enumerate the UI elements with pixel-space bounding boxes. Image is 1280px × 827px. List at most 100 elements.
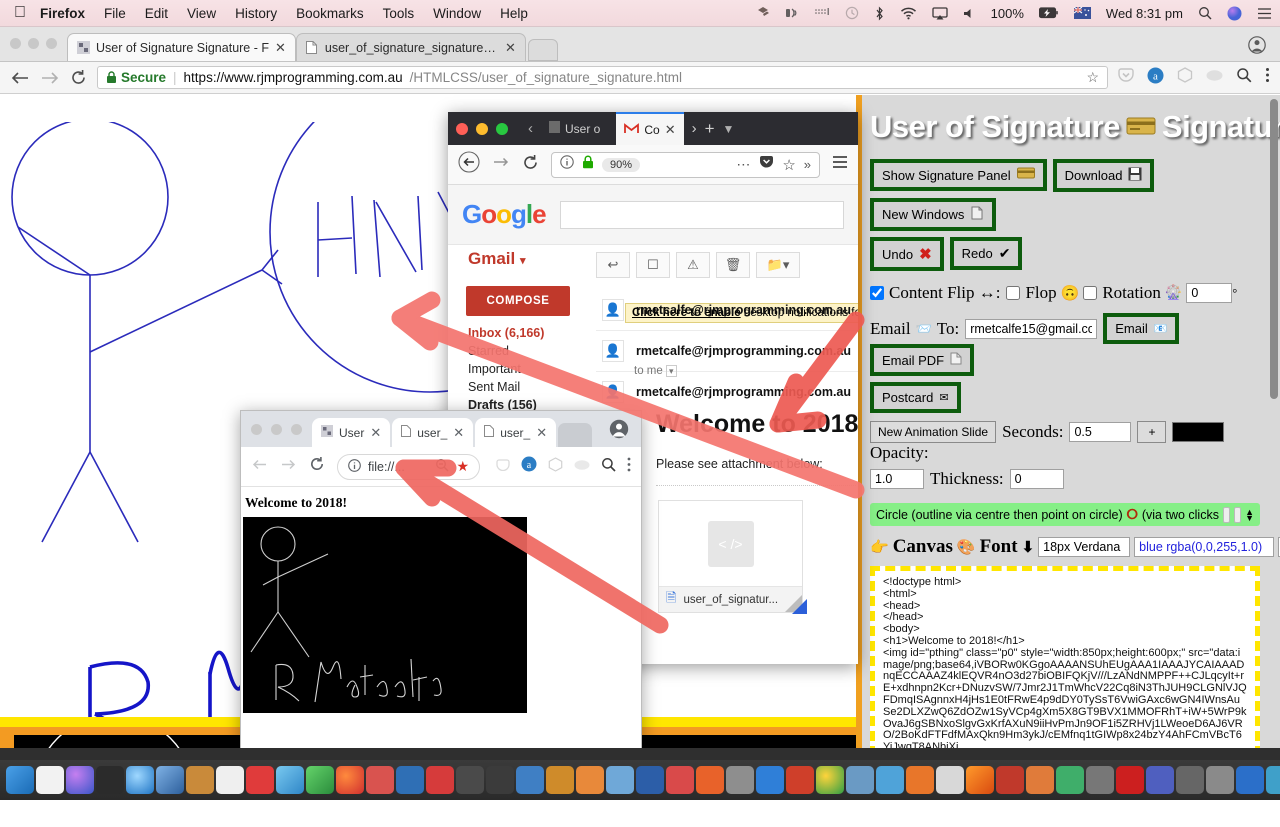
volume-icon[interactable] <box>963 7 976 20</box>
timemachine-icon[interactable] <box>845 6 859 20</box>
search-icon[interactable] <box>601 457 616 477</box>
amazon-assistant-icon[interactable]: a <box>1147 67 1164 89</box>
show-signature-panel-button[interactable]: Show Signature Panel <box>870 159 1047 191</box>
new-tab-button[interactable] <box>527 39 558 61</box>
dock-icon-textedit[interactable] <box>36 766 64 794</box>
star-icon[interactable]: ☆ <box>1086 69 1099 86</box>
close-window-button[interactable] <box>456 122 468 135</box>
color-value-input[interactable] <box>1134 537 1275 557</box>
dock-icon-filezilla[interactable] <box>786 766 814 794</box>
download-button[interactable]: Download <box>1052 159 1155 192</box>
close-tab-icon[interactable]: ✕ <box>370 425 381 441</box>
wifi-icon[interactable] <box>900 7 917 20</box>
menu-item-window[interactable]: Window <box>433 6 481 21</box>
reload-icon[interactable] <box>70 69 87 86</box>
dock-icon-opera[interactable] <box>846 766 874 794</box>
delete-icon[interactable]: 🗑 <box>716 252 750 278</box>
window-traffic-lights[interactable] <box>247 411 312 447</box>
amazon-assistant-icon[interactable]: a <box>521 456 537 477</box>
list-all-tabs-icon[interactable]: ▼ <box>723 122 735 136</box>
sidebar-item-important[interactable]: Important <box>468 360 588 378</box>
message-recipient[interactable]: to me ▾ <box>634 365 677 377</box>
table-row[interactable]: 👤 rmetcalfe@rjmprogramming.com.au <box>596 290 858 331</box>
search-icon[interactable] <box>1236 67 1252 88</box>
window-traffic-lights[interactable] <box>8 26 67 61</box>
dock-icon-screenshot[interactable] <box>606 766 634 794</box>
dock-icon-vscode[interactable] <box>1236 766 1264 794</box>
dock-icon-contacts[interactable] <box>186 766 214 794</box>
dock-icon-help[interactable] <box>1086 766 1114 794</box>
chevron-down-icon[interactable]: ▾ <box>520 255 526 267</box>
dock-icon-green-app[interactable] <box>1056 766 1084 794</box>
spam-icon[interactable]: ⚠ <box>676 252 710 278</box>
zoom-window-button[interactable] <box>291 423 302 435</box>
dock-icon-pages[interactable] <box>636 766 664 794</box>
macos-dock[interactable] <box>0 760 1280 800</box>
forward-icon[interactable] <box>40 70 60 86</box>
firefox-tab-0[interactable]: User of Signature Signature - F ✕ <box>67 33 296 61</box>
close-tab-icon[interactable]: ✕ <box>453 425 464 441</box>
sidebar-item-starred[interactable]: Starred <box>468 342 588 360</box>
forward-icon[interactable] <box>492 154 510 175</box>
new-animation-slide-button[interactable]: New Animation Slide <box>870 421 997 443</box>
content-flip-checkbox[interactable] <box>870 286 884 300</box>
double-chevron-icon[interactable]: » <box>804 157 811 172</box>
new-tab-button[interactable]: + <box>705 119 715 139</box>
pocket-icon[interactable] <box>759 155 774 174</box>
thickness-input[interactable] <box>1009 469 1064 489</box>
dock-icon-itunes[interactable] <box>666 766 694 794</box>
menu-item-file[interactable]: File <box>104 6 126 21</box>
dock-icon-system-preferences[interactable] <box>396 766 424 794</box>
minimize-window-button[interactable] <box>476 122 488 135</box>
star-icon[interactable]: ☆ <box>782 156 795 174</box>
add-seconds-button[interactable]: + <box>1137 421 1167 443</box>
dock-icon-automator[interactable] <box>546 766 574 794</box>
dock-icon-gray-app[interactable] <box>1206 766 1234 794</box>
dock-icon-photos[interactable] <box>336 766 364 794</box>
rotation-checkbox[interactable] <box>1083 286 1098 300</box>
window-traffic-lights[interactable] <box>456 122 520 135</box>
menu-item-history[interactable]: History <box>235 6 277 21</box>
attachment-download-corner[interactable] <box>792 599 807 614</box>
reload-icon[interactable] <box>309 456 325 477</box>
close-tab-icon[interactable]: ✕ <box>536 425 547 441</box>
dock-icon-messages[interactable] <box>306 766 334 794</box>
dock-icon-blue-app[interactable] <box>756 766 784 794</box>
sidebar-item-sent-mail[interactable]: Sent Mail <box>468 378 588 396</box>
dock-icon-quicktime[interactable] <box>426 766 454 794</box>
compose-button[interactable]: COMPOSE <box>466 286 570 316</box>
scroll-tabs-right-icon[interactable]: › <box>692 120 697 137</box>
chrome-tab-1[interactable]: user_ ✕ <box>392 418 474 447</box>
back-icon[interactable] <box>10 70 30 86</box>
dock-icon-red-app[interactable] <box>996 766 1024 794</box>
dock-icon-chrome[interactable] <box>816 766 844 794</box>
panel-scrollbar[interactable] <box>1270 99 1278 789</box>
kebab-menu-icon[interactable] <box>627 457 631 477</box>
reply-icon[interactable]: ↩ <box>596 252 630 278</box>
dock-icon-mail[interactable] <box>156 766 184 794</box>
menu-item-firefox[interactable]: Firefox <box>40 6 85 21</box>
battery-charging-icon[interactable] <box>1038 7 1059 19</box>
zoom-window-button[interactable] <box>46 38 57 49</box>
scroll-tabs-left-icon[interactable]: ‹ <box>528 120 533 137</box>
spotlight-search-icon[interactable] <box>1198 6 1212 20</box>
dock-icon-skype[interactable] <box>876 766 904 794</box>
minimize-window-button[interactable] <box>28 38 39 49</box>
dock-icon-xcode[interactable] <box>576 766 604 794</box>
menu-icon[interactable] <box>832 155 848 174</box>
menu-item-edit[interactable]: Edit <box>145 6 168 21</box>
page-info-icon[interactable] <box>560 155 574 174</box>
dock-icon-appstore[interactable] <box>366 766 394 794</box>
dock-icon-orange-app[interactable] <box>1026 766 1054 794</box>
firefox-tab-1[interactable]: user_of_signature_signature_to ✕ <box>295 33 526 61</box>
dock-icon-vlc-alt[interactable] <box>696 766 724 794</box>
chevron-down-icon[interactable]: ▾ <box>665 365 677 377</box>
dock-icon-opera-alt[interactable] <box>1116 766 1144 794</box>
dock-icon-safari[interactable] <box>126 766 154 794</box>
dock-icon-question[interactable] <box>1176 766 1204 794</box>
sidebar-item-inbox[interactable]: Inbox (6,166) <box>468 324 588 342</box>
star-icon[interactable]: ★ <box>456 458 469 475</box>
close-tab-icon[interactable]: ✕ <box>665 122 676 138</box>
html-source-textarea[interactable]: <!doctype html> <html> <head> </head> <b… <box>870 566 1260 771</box>
dock-icon-virtualbox[interactable] <box>936 766 964 794</box>
